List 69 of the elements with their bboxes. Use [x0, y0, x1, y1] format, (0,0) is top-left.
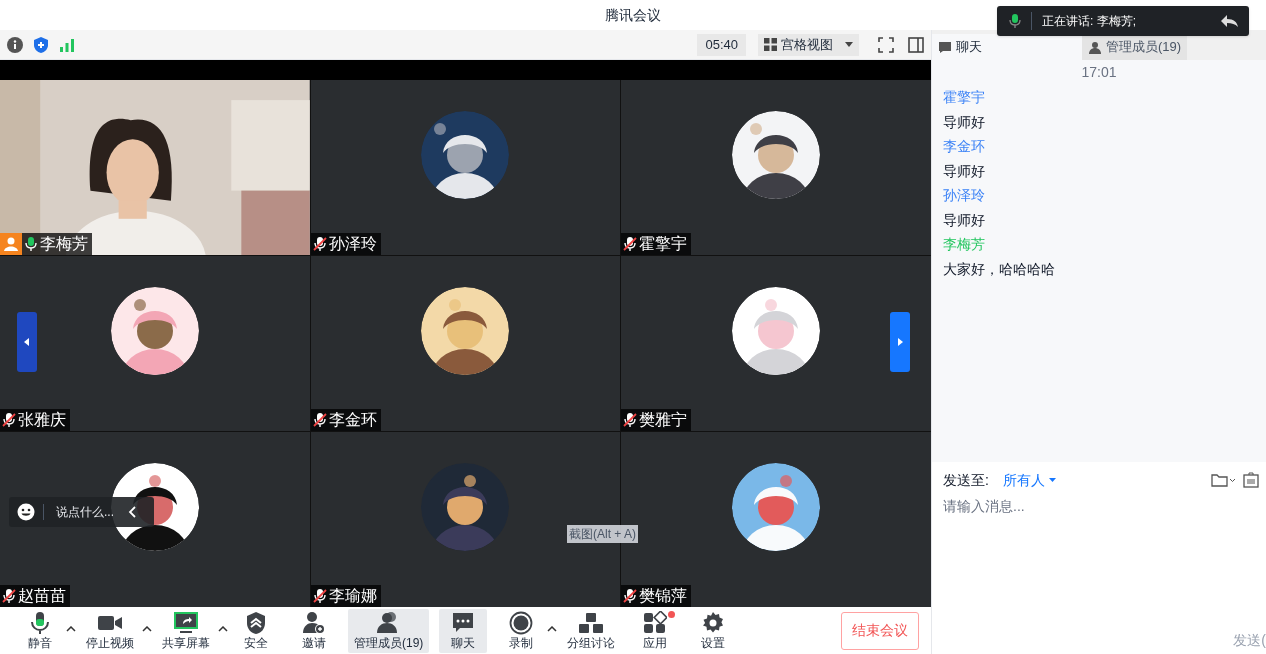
panel-tab[interactable]: 聊天 [932, 34, 1082, 60]
send-to-label: 发送至: [943, 470, 989, 490]
participant-name: 李瑜娜 [328, 586, 377, 606]
caret-icon [1048, 478, 1056, 482]
comment-bar[interactable]: 说点什么... [9, 497, 154, 527]
message-text: 大家好，哈哈哈哈 [943, 259, 1056, 279]
notice-board-icon[interactable] [1243, 472, 1259, 488]
comment-field[interactable]: 说点什么... [56, 503, 126, 521]
end-meeting-button[interactable]: 结束会议 [841, 611, 919, 650]
sidebar-toggle-icon[interactable] [907, 35, 925, 54]
recipient-dropdown[interactable]: 所有人 [1002, 469, 1056, 491]
toolbar-button[interactable]: 静音 [16, 608, 64, 653]
window-title: 腾讯会议 [605, 5, 661, 25]
grid-icon [764, 38, 777, 51]
shield-icon[interactable] [32, 35, 50, 54]
toolbar-button[interactable]: 管理成员(19) [348, 608, 430, 653]
message-text: 导师好 [943, 161, 986, 181]
speaker-text: 正在讲话: 李梅芳; [1042, 13, 1136, 30]
toolbar-button[interactable]: 录制 [497, 608, 546, 653]
toolbar-button[interactable]: 分组讨论 [561, 608, 622, 653]
info-icon[interactable] [6, 35, 24, 54]
participant-name: 张雅庆 [18, 410, 66, 430]
toolbar-button[interactable]: 共享屏幕 [156, 608, 216, 653]
participant-name: 李金环 [328, 410, 377, 430]
caret-icon[interactable] [142, 625, 152, 632]
shield-icon [246, 610, 266, 635]
toolbar-button[interactable]: 设置 [689, 608, 738, 653]
sender-name: 孙泽玲 [943, 186, 986, 205]
toolbar-button[interactable]: 安全 [232, 608, 280, 653]
record-icon [509, 610, 534, 635]
toolbar-button[interactable]: 应用 [631, 608, 680, 653]
blocks-icon [578, 610, 605, 635]
person-icon [1088, 40, 1102, 54]
sender-name: 李梅芳 [943, 235, 986, 254]
sender-name: 李金环 [943, 137, 986, 156]
share-screen-icon [173, 610, 199, 635]
meeting-timer: 05:40 [697, 33, 746, 56]
caret-icon[interactable] [218, 625, 228, 632]
chat-icon [451, 610, 476, 635]
chat-icon [938, 40, 952, 54]
mic-icon [1009, 13, 1021, 29]
tooltip: 截图(Alt + A) [567, 525, 638, 543]
settings-icon [701, 610, 726, 635]
collapse-icon[interactable] [128, 506, 138, 518]
toolbar-button[interactable]: 聊天 [439, 608, 488, 653]
caret-icon[interactable] [547, 625, 558, 632]
panel-tab[interactable]: 管理成员(19) [1082, 34, 1188, 60]
toolbar-button[interactable]: 邀请 [290, 608, 338, 653]
mic-icon [29, 610, 51, 635]
reply-icon[interactable] [1219, 14, 1239, 28]
message-text: 导师好 [943, 210, 986, 230]
view-mode-dropdown[interactable]: 宫格视图 [758, 33, 859, 56]
emoji-icon[interactable] [17, 503, 35, 521]
caret-icon[interactable] [66, 625, 76, 632]
participant-name: 樊雅宁 [639, 410, 688, 430]
participant-name: 孙泽玲 [328, 234, 377, 254]
participant-name: 赵苗苗 [18, 586, 66, 606]
caret-icon [845, 42, 853, 47]
fullscreen-icon[interactable] [877, 35, 895, 54]
message-text: 导师好 [943, 112, 986, 132]
participant-name: 霍擎宇 [639, 234, 688, 254]
apps-icon [643, 610, 668, 635]
participant-name: 樊锦萍 [639, 586, 688, 606]
sender-name: 霍擎宇 [943, 88, 986, 107]
folder-icon[interactable] [1211, 473, 1235, 487]
participant-name: 李梅芳 [40, 234, 88, 254]
add-person-icon [302, 610, 326, 635]
toolbar-button[interactable]: 停止视频 [80, 608, 140, 653]
message-time: 17:01 [1081, 63, 1117, 82]
